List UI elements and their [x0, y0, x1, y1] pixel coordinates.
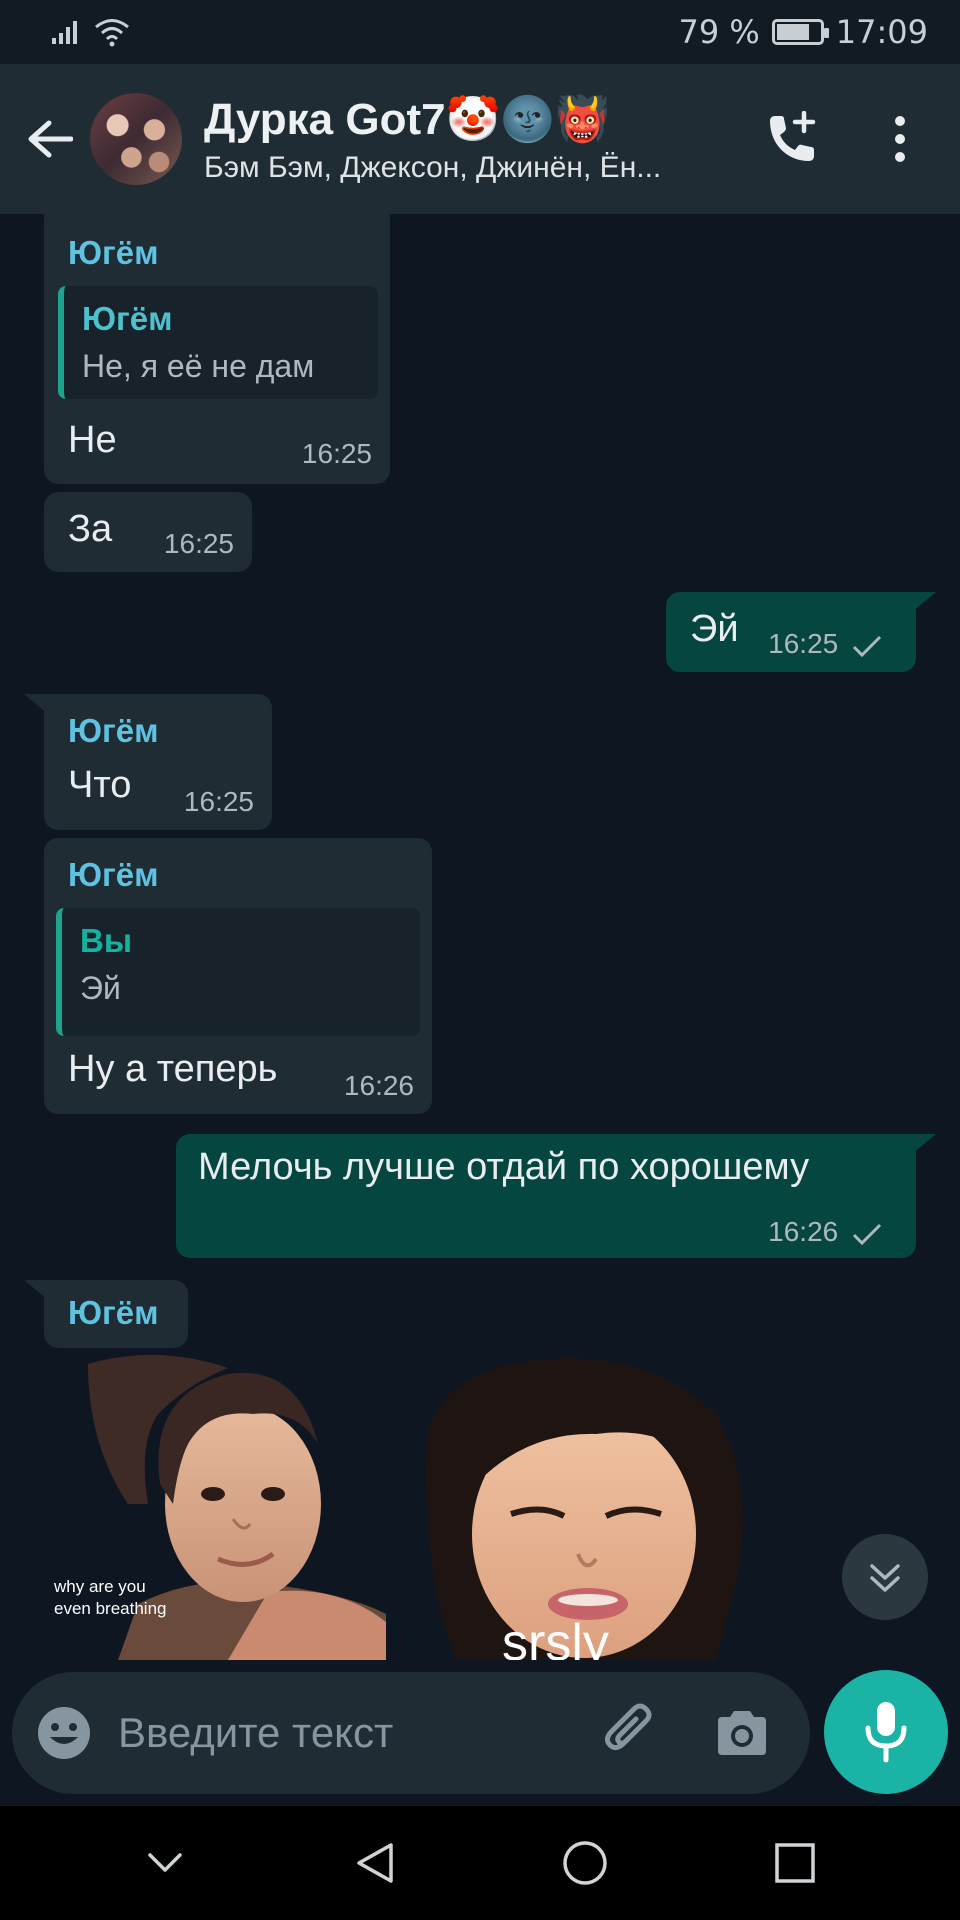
sticker-portrait: srsly	[425, 1358, 743, 1672]
sticker-why-breathing[interactable]: why are you even breathing	[48, 1354, 386, 1660]
circle-home-icon	[563, 1841, 607, 1885]
message-text: Мелочь лучше отдай по хорошему	[198, 1146, 810, 1188]
signal-icon	[52, 21, 77, 44]
message-text: Эй	[690, 608, 739, 650]
message-sender: Югём	[68, 712, 159, 749]
chat-title-text: Дурка Got7	[204, 95, 446, 144]
message-bubble-incoming[interactable]: Югём Вы Эй Ну а теперь 16:26	[44, 838, 432, 1114]
message-text: Ну а теперь	[68, 1048, 278, 1090]
message-text: За	[68, 508, 113, 550]
phone-plus-icon	[770, 111, 816, 161]
message-sender: Югём	[68, 234, 159, 271]
quoted-sender: Югём	[82, 300, 173, 337]
nav-home-button[interactable]	[545, 1823, 625, 1903]
chat-title-emojis: 🤡🌚👹	[445, 95, 610, 144]
more-vertical-icon	[895, 116, 905, 162]
message-time: 16:25	[768, 628, 882, 660]
sticker-srsly[interactable]: srsly	[416, 1354, 748, 1672]
sticker-caption: srsly	[502, 1614, 609, 1660]
message-time: 16:25	[163, 528, 234, 559]
battery-icon	[771, 19, 829, 45]
voice-record-button[interactable]	[824, 1670, 948, 1794]
sticker-caption-line1: why are you	[53, 1577, 146, 1596]
system-nav-bar	[0, 1806, 960, 1920]
paperclip-icon[interactable]	[602, 1703, 662, 1763]
chat-header: Дурка Got7🤡🌚👹 Бэм Бэм, Джексон, Джинён, …	[0, 64, 960, 214]
message-text: Что	[68, 764, 132, 806]
microphone-icon	[865, 1702, 907, 1763]
triangle-back-icon	[357, 1843, 393, 1883]
nav-back-button[interactable]	[335, 1823, 415, 1903]
quoted-message[interactable]: Вы Эй	[56, 908, 420, 1036]
group-avatar[interactable]	[90, 93, 182, 185]
message-time: 16:26	[343, 1070, 414, 1101]
message-time-text: 16:25	[768, 628, 839, 659]
check-icon	[852, 1223, 882, 1245]
composer: Введите текст	[12, 1672, 810, 1794]
quoted-text: Не, я её не дам	[82, 348, 315, 384]
message-input[interactable]: Введите текст	[118, 1709, 602, 1757]
nav-hide-keyboard-button[interactable]	[125, 1823, 205, 1903]
sticker-portrait: why are you even breathing	[53, 1354, 386, 1660]
quoted-text: Эй	[80, 970, 121, 1006]
message-time-text: 16:26	[768, 1216, 839, 1247]
emoji-icon[interactable]	[36, 1705, 92, 1761]
clock: 17:09	[835, 13, 928, 51]
message-sender: Югём	[68, 1294, 159, 1331]
menu-button[interactable]	[860, 99, 940, 179]
status-bar: 79 % 17:09	[0, 0, 960, 64]
message-time: 16:25	[183, 786, 254, 817]
message-bubble-outgoing[interactable]: Эй 16:25	[666, 592, 916, 672]
sticker-caption-line2: even breathing	[54, 1599, 166, 1618]
message-time: 16:25	[301, 438, 372, 469]
chat-title: Дурка Got7🤡🌚👹	[204, 93, 750, 145]
message-list[interactable]: Югём Югём Не, я её не дам Не 16:25 За 16…	[0, 214, 960, 1674]
chevron-down-icon	[148, 1853, 182, 1872]
quoted-message[interactable]: Югём Не, я её не дам	[58, 286, 378, 399]
message-sender: Югём	[68, 856, 159, 893]
message-bubble-outgoing[interactable]: Мелочь лучше отдай по хорошему 16:26	[176, 1134, 916, 1258]
message-bubble-incoming[interactable]: Югём Что 16:25	[44, 694, 272, 830]
wifi-icon	[95, 19, 129, 47]
message-bubble-incoming[interactable]: Югём Югём Не, я её не дам Не 16:25	[44, 214, 390, 484]
double-chevron-down-icon	[870, 1564, 900, 1592]
message-time: 16:26	[768, 1216, 882, 1248]
back-button[interactable]	[10, 99, 90, 179]
message-bubble-incoming[interactable]: За 16:25	[44, 492, 252, 572]
scroll-to-bottom-button[interactable]	[842, 1534, 928, 1620]
quoted-sender: Вы	[80, 922, 133, 959]
arrow-left-icon	[28, 120, 73, 158]
camera-icon[interactable]	[714, 1709, 770, 1757]
chat-title-area[interactable]: Дурка Got7🤡🌚👹 Бэм Бэм, Джексон, Джинён, …	[204, 93, 750, 185]
add-call-button[interactable]	[750, 99, 830, 179]
square-recents-icon	[775, 1843, 815, 1883]
nav-recents-button[interactable]	[755, 1823, 835, 1903]
check-icon	[852, 635, 882, 657]
chat-members: Бэм Бэм, Джексон, Джинён, Ён...	[204, 151, 662, 184]
battery-percent: 79 %	[678, 13, 760, 51]
message-bubble-incoming[interactable]: Югём	[44, 1280, 188, 1348]
